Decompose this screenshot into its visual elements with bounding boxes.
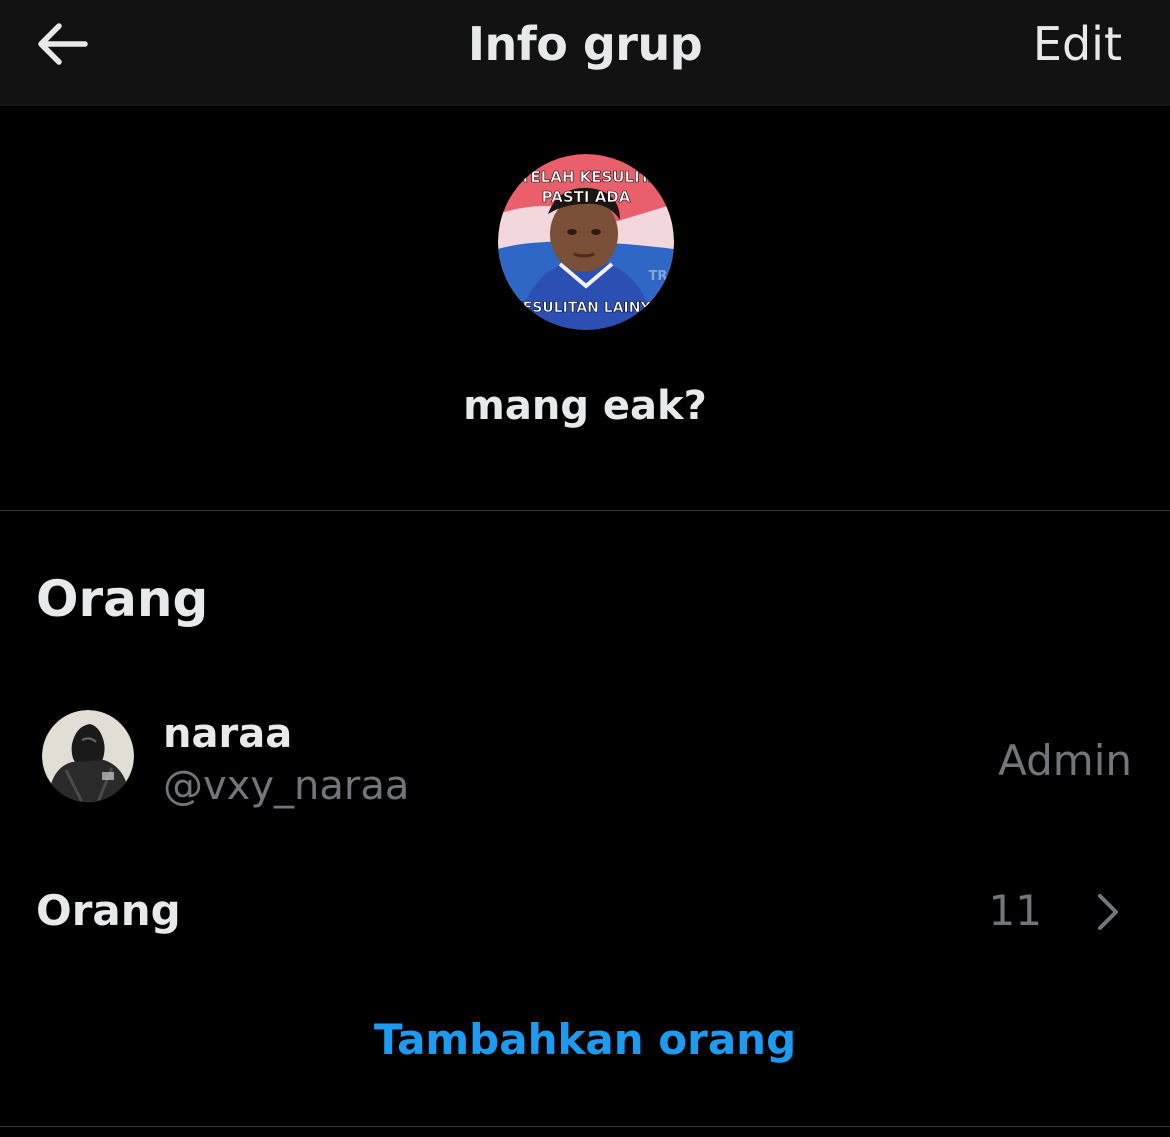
member-role-badge: Admin [998, 736, 1132, 785]
people-row-label: Orang [36, 886, 181, 935]
member-avatar-image [42, 710, 134, 802]
divider [0, 1126, 1170, 1127]
member-handle: @vxy_naraa [163, 763, 410, 809]
group-name: mang eak? [463, 383, 707, 429]
avatar-watermark: TR [649, 269, 668, 284]
edit-button[interactable]: Edit [1033, 14, 1122, 74]
avatar [42, 710, 134, 802]
avatar-caption-top-1: SETELAH KESULITAN [499, 168, 673, 186]
avatar-caption-bottom: KESULITAN LAINYA [512, 300, 660, 316]
page-title: Info grup [467, 17, 703, 71]
people-count: 11 [988, 886, 1042, 935]
group-avatar[interactable]: SETELAH KESULITAN PASTI ADA TR KESULITAN… [498, 154, 674, 330]
chevron-right-icon [1098, 894, 1118, 930]
group-avatar-image: SETELAH KESULITAN PASTI ADA TR KESULITAN… [498, 154, 674, 330]
people-list-row[interactable]: Orang 11 [0, 872, 1170, 952]
top-bar: Info grup Edit [0, 0, 1170, 106]
member-row[interactable]: naraa @vxy_naraa Admin [0, 700, 1170, 818]
avatar-caption-top-2: PASTI ADA [542, 188, 631, 206]
member-name: naraa [163, 711, 293, 757]
divider [0, 510, 1170, 511]
add-people-button[interactable]: Tambahkan orang [0, 1012, 1170, 1068]
people-section-heading: Orang [36, 570, 209, 628]
